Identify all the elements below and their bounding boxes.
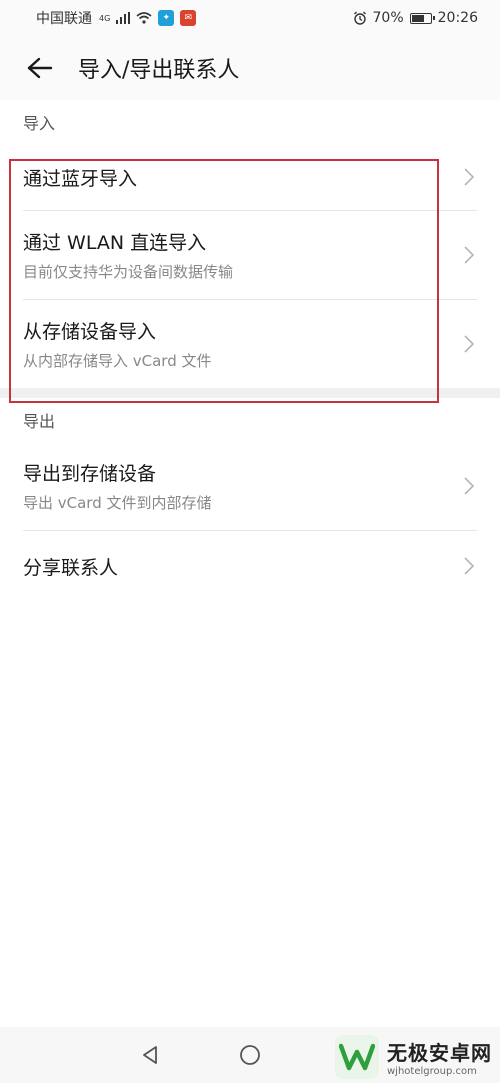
import-wlan-direct-item[interactable]: 通过 WLAN 直连导入 目前仅支持华为设备间数据传输 (23, 211, 477, 299)
battery-icon (409, 12, 435, 24)
app-badge-icon: ✉ (180, 10, 197, 26)
watermark: 无极安卓网 wjhotelgroup.com (335, 1035, 492, 1079)
import-section: 导入 通过蓝牙导入 通过 WLAN 直连导入 目前仅支持华为设备间数据传输 从存… (0, 100, 500, 388)
item-subtitle: 目前仅支持华为设备间数据传输 (23, 263, 234, 281)
watermark-title: 无极安卓网 (387, 1041, 492, 1065)
chevron-right-icon (464, 246, 475, 264)
nav-home-button[interactable] (235, 1040, 265, 1070)
triangle-back-icon (143, 1046, 157, 1064)
item-title: 从存储设备导入 (23, 321, 157, 343)
network-tag: 4G (99, 13, 111, 23)
w-logo-icon (339, 1043, 375, 1071)
alarm-icon (353, 11, 366, 25)
chevron-right-icon (464, 557, 475, 575)
item-title: 导出到存储设备 (23, 463, 157, 485)
item-texts: 分享联系人 (23, 553, 118, 580)
clock: 20:26 (437, 10, 478, 26)
item-title: 通过蓝牙导入 (23, 167, 138, 190)
item-texts: 通过蓝牙导入 (23, 164, 137, 191)
circle-home-icon (240, 1045, 260, 1065)
chevron-right-icon (464, 335, 475, 353)
back-button[interactable] (22, 50, 58, 86)
settings-list: 导入 通过蓝牙导入 通过 WLAN 直连导入 目前仅支持华为设备间数据传输 从存… (0, 100, 500, 1027)
item-subtitle: 从内部存储导入 vCard 文件 (23, 352, 212, 370)
status-left: 中国联通 4G ✦ ✉ (36, 8, 197, 28)
status-bar: 中国联通 4G ✦ ✉ 70% 20:26 (0, 0, 500, 36)
app-bar: 导入/导出联系人 (0, 36, 500, 100)
section-gap (0, 388, 500, 398)
item-texts: 导出到存储设备 导出 vCard 文件到内部存储 (23, 459, 212, 513)
nav-back-button[interactable] (135, 1040, 165, 1070)
export-section-header: 导出 (23, 412, 56, 431)
item-title: 分享联系人 (23, 556, 119, 579)
watermark-text: 无极安卓网 wjhotelgroup.com (387, 1037, 492, 1077)
page-title: 导入/导出联系人 (78, 58, 240, 83)
import-section-header: 导入 (23, 114, 56, 133)
chevron-right-icon (464, 168, 475, 186)
item-texts: 从存储设备导入 从内部存储导入 vCard 文件 (23, 317, 212, 371)
status-right: 70% 20:26 (353, 10, 478, 26)
chevron-right-icon (464, 477, 475, 495)
share-contacts-item[interactable]: 分享联系人 (23, 531, 477, 601)
carrier-label: 中国联通 (36, 11, 92, 27)
export-section: 导出 导出到存储设备 导出 vCard 文件到内部存储 分享联系人 (0, 398, 500, 601)
battery-percent: 70% (372, 10, 404, 26)
item-texts: 通过 WLAN 直连导入 目前仅支持华为设备间数据传输 (23, 228, 233, 282)
item-subtitle: 导出 vCard 文件到内部存储 (23, 494, 212, 512)
battery-fill (411, 14, 424, 22)
signal-icon (116, 12, 131, 24)
item-title: 通过 WLAN 直连导入 (23, 232, 207, 254)
app-badge-icon: ✦ (158, 10, 175, 26)
watermark-logo (335, 1035, 379, 1079)
watermark-url: wjhotelgroup.com (387, 1066, 477, 1077)
wifi-icon (136, 12, 152, 24)
back-arrow-icon (27, 57, 53, 79)
export-storage-item[interactable]: 导出到存储设备 导出 vCard 文件到内部存储 (23, 442, 477, 530)
import-bluetooth-item[interactable]: 通过蓝牙导入 (23, 144, 477, 210)
import-storage-item[interactable]: 从存储设备导入 从内部存储导入 vCard 文件 (23, 300, 477, 388)
